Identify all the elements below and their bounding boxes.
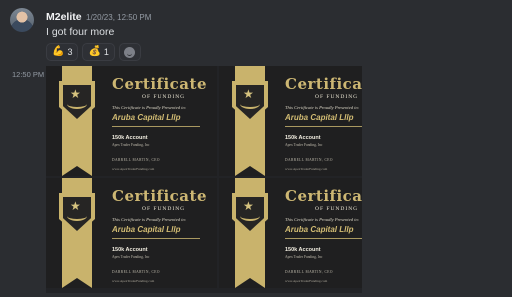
- message-text: I got four more: [46, 26, 115, 38]
- laurel-icon: [67, 211, 87, 221]
- certificate-subtitle: OF FUNDING: [142, 206, 186, 212]
- divider: [112, 238, 200, 239]
- certificate-account: 150k Account: [112, 135, 148, 141]
- certificate-subtitle: OF FUNDING: [142, 94, 186, 100]
- certificate-image[interactable]: ★ Certificate OF FUNDING This Certificat…: [46, 66, 217, 176]
- certificate-signer: DARRELL MARTIN, CEO: [112, 270, 160, 274]
- certificate-presented: This Certificate is Proudly Presented to…: [112, 105, 187, 110]
- certificate-signer: DARRELL MARTIN, CEO: [285, 158, 333, 162]
- add-reaction-icon: [124, 46, 136, 58]
- reaction-money-bag[interactable]: 💰 1: [82, 43, 115, 61]
- hover-timestamp: 12:50 PM: [12, 70, 45, 79]
- certificate-firm: Apex Trader Funding, Inc: [285, 143, 323, 147]
- certificate-recipient: Aruba Capital Lllp: [285, 113, 354, 122]
- certificate-recipient: Aruba Capital Lllp: [285, 225, 354, 234]
- reaction-count: 1: [103, 47, 109, 57]
- laurel-icon: [240, 99, 260, 109]
- certificate-image[interactable]: ★ Certificate OF FUNDING This Certificat…: [46, 178, 217, 288]
- certificate-firm: Apex Trader Funding, Inc: [112, 143, 150, 147]
- certificate-title: Certificate: [112, 187, 207, 205]
- certificate-presented: This Certificate is Proudly Presented to…: [285, 105, 360, 110]
- certificate-url: www.ApexTraderFunding.com: [112, 167, 155, 171]
- ribbon-notch: [235, 278, 265, 288]
- certificate-image[interactable]: ★ Certificate OF FUNDING This Certificat…: [219, 66, 362, 176]
- chat-message: M2elite 1/20/23, 12:50 PM I got four mor…: [0, 0, 512, 297]
- certificate-signer: DARRELL MARTIN, CEO: [112, 158, 160, 162]
- certificate-presented: This Certificate is Proudly Presented to…: [112, 217, 187, 222]
- certificate-image[interactable]: ★ Certificate OF FUNDING This Certificat…: [219, 178, 362, 288]
- certificate-url: www.ApexTraderFunding.com: [112, 279, 155, 283]
- certificate-account: 150k Account: [285, 247, 321, 253]
- certificate-url: www.ApexTraderFunding.com: [285, 279, 328, 283]
- certificate-recipient: Aruba Capital Lllp: [112, 113, 181, 122]
- certificate-title: Certificate: [285, 187, 362, 205]
- money-bag-icon: 💰: [88, 46, 101, 57]
- user-avatar[interactable]: [10, 8, 34, 32]
- laurel-icon: [240, 211, 260, 221]
- certificate-title: Certificate: [112, 75, 207, 93]
- message-timestamp: 1/20/23, 12:50 PM: [86, 13, 152, 22]
- add-reaction-button[interactable]: [118, 43, 141, 61]
- image-attachments: ★ Certificate OF FUNDING This Certificat…: [46, 66, 362, 293]
- certificate-account: 150k Account: [112, 247, 148, 253]
- divider: [285, 126, 362, 127]
- ribbon-notch: [62, 166, 92, 176]
- certificate-signer: DARRELL MARTIN, CEO: [285, 270, 333, 274]
- certificate-account: 150k Account: [285, 135, 321, 141]
- ribbon-notch: [235, 166, 265, 176]
- reaction-flexed-biceps[interactable]: 💪 3: [46, 43, 79, 61]
- divider: [285, 238, 362, 239]
- certificate-url: www.ApexTraderFunding.com: [285, 167, 328, 171]
- certificate-firm: Apex Trader Funding, Inc: [285, 255, 323, 259]
- certificate-presented: This Certificate is Proudly Presented to…: [285, 217, 360, 222]
- certificate-recipient: Aruba Capital Lllp: [112, 225, 181, 234]
- certificate-firm: Apex Trader Funding, Inc: [112, 255, 150, 259]
- reaction-bar: 💪 3 💰 1: [46, 43, 141, 61]
- certificate-subtitle: OF FUNDING: [315, 206, 359, 212]
- divider: [112, 126, 200, 127]
- flexed-biceps-icon: 💪: [52, 46, 65, 57]
- certificate-title: Certificate: [285, 75, 362, 93]
- laurel-icon: [67, 99, 87, 109]
- certificate-subtitle: OF FUNDING: [315, 94, 359, 100]
- username[interactable]: M2elite: [46, 11, 82, 23]
- reaction-count: 3: [67, 47, 73, 57]
- ribbon-notch: [62, 278, 92, 288]
